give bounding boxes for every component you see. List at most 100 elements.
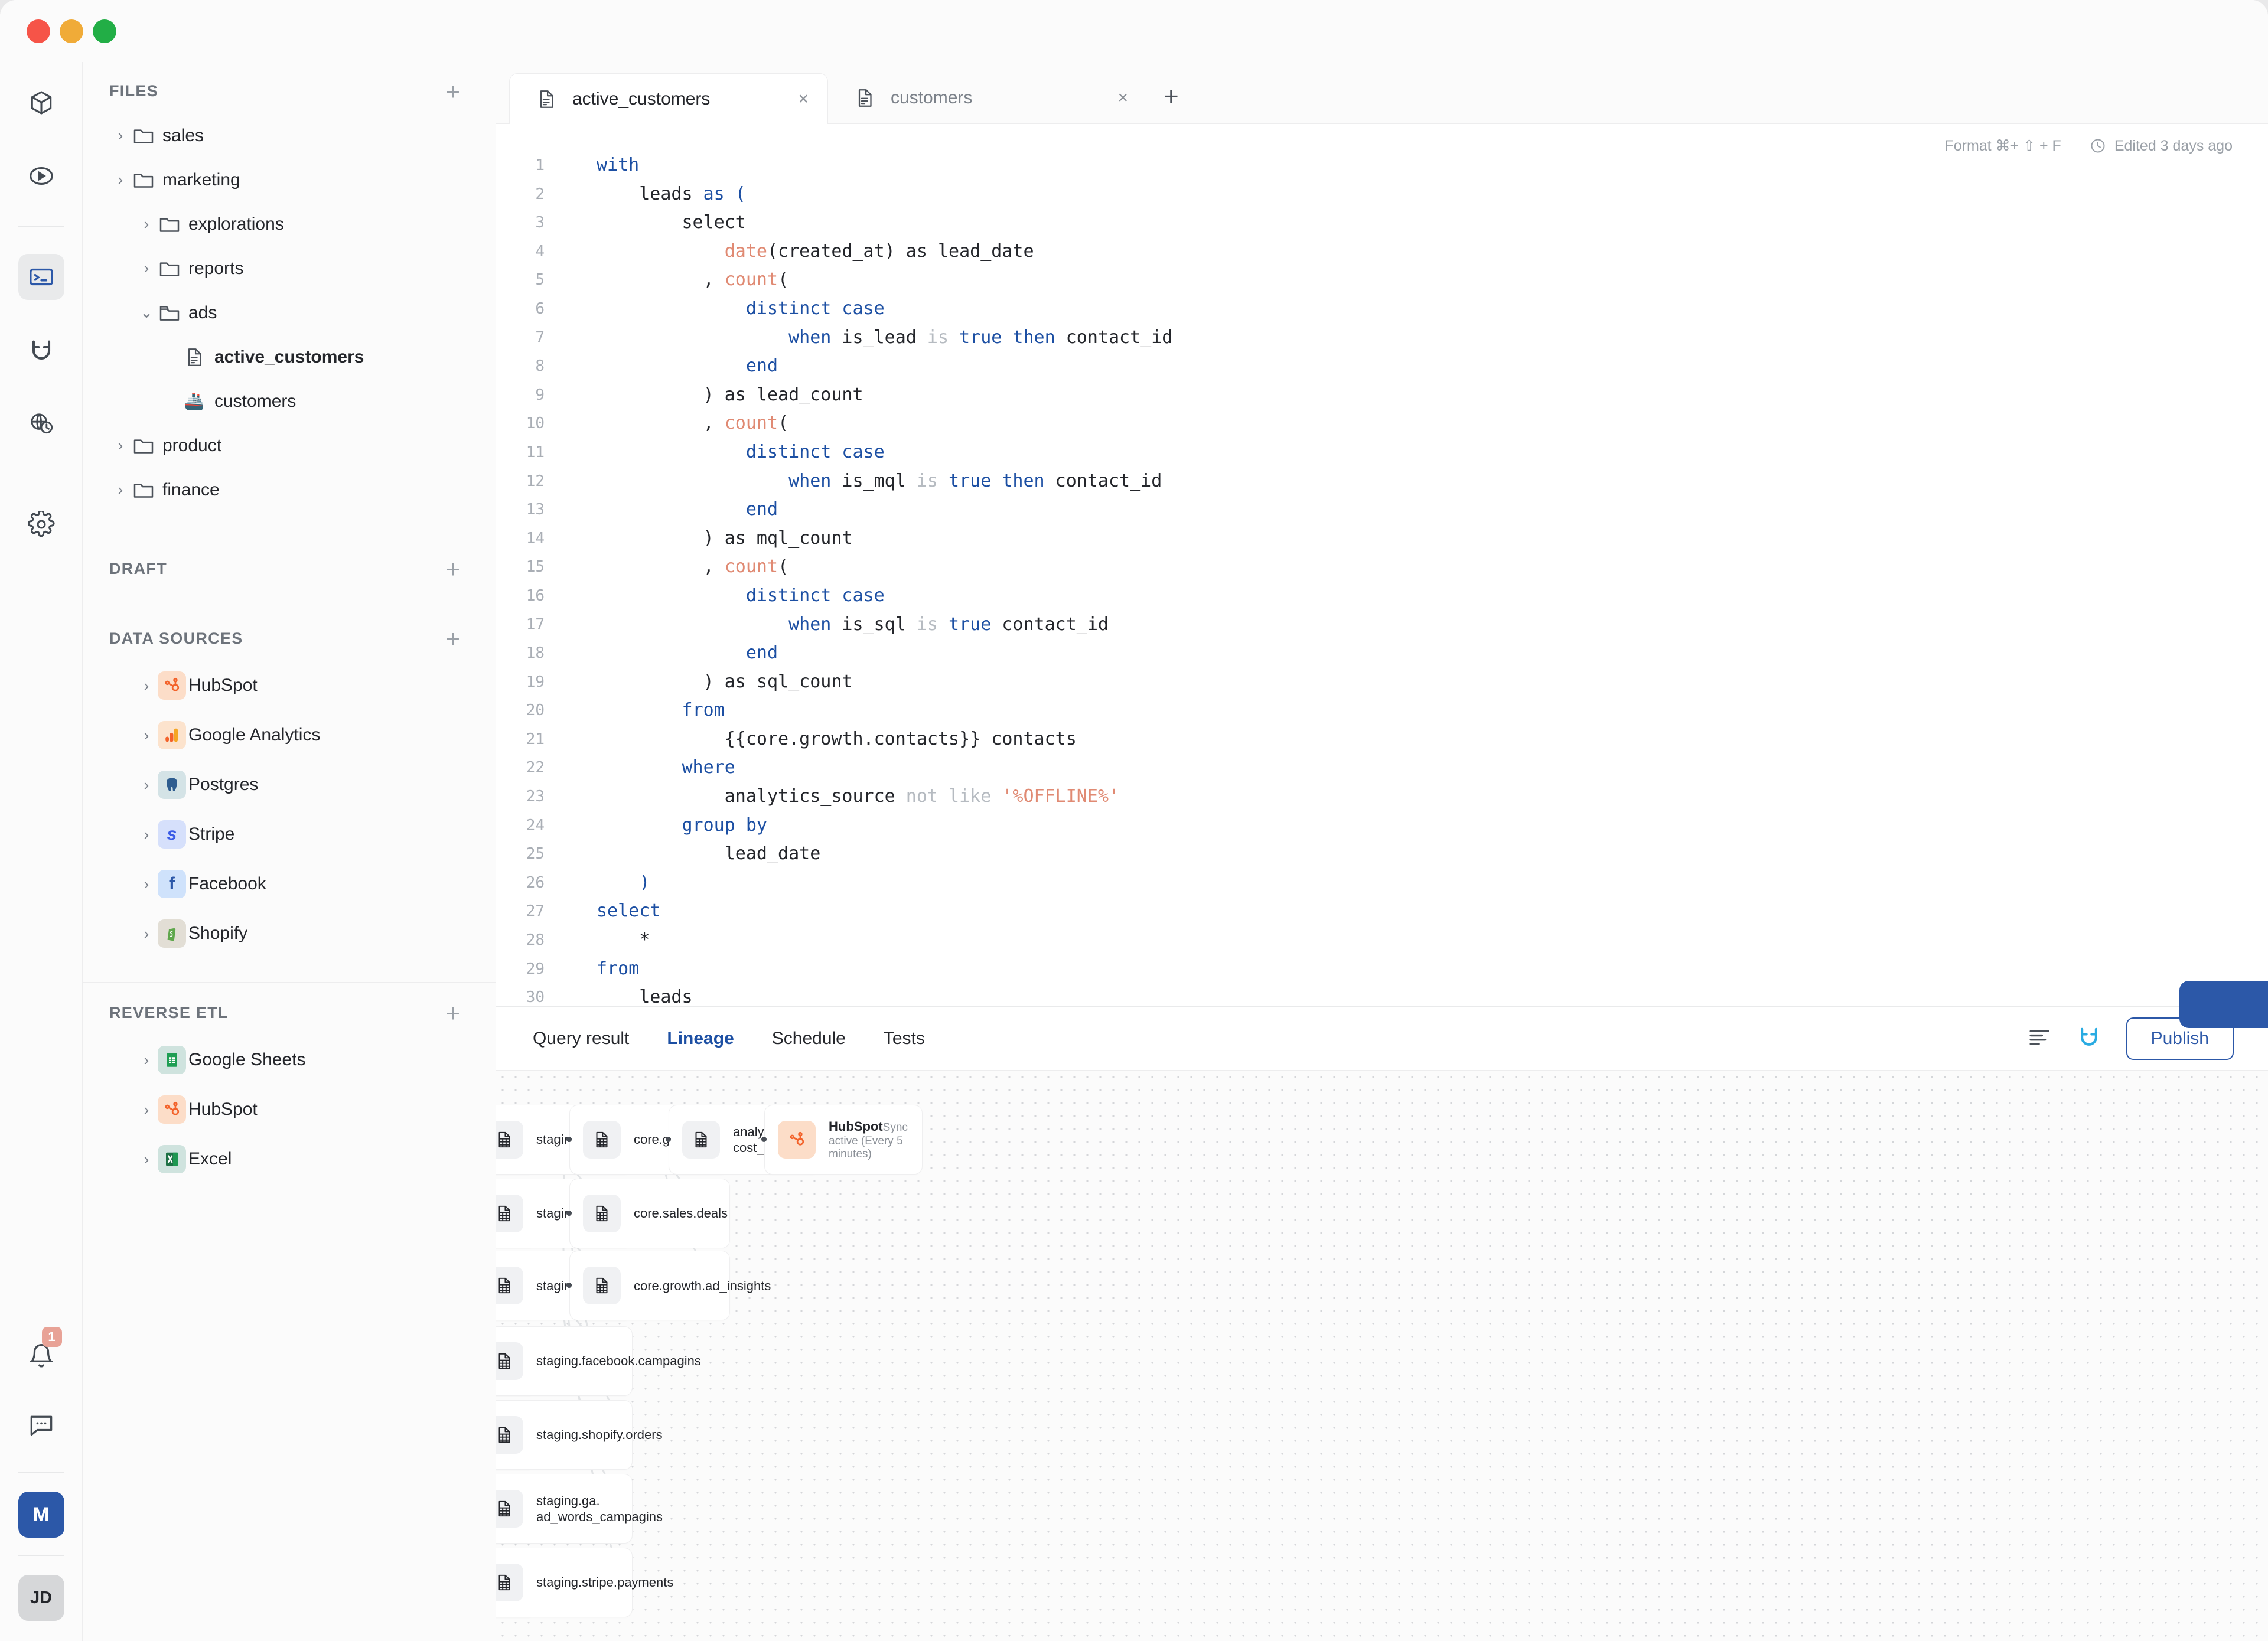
file-tree-item-ads[interactable]: ⌄ ads	[83, 291, 496, 335]
file-tree-item-marketing[interactable]: › marketing	[83, 158, 496, 202]
code-line-text[interactable]: from	[567, 696, 725, 725]
chevron-right-icon[interactable]: ›	[135, 925, 158, 943]
chat-icon[interactable]	[18, 1402, 64, 1448]
bottom-tab-query-result[interactable]: Query result	[533, 1029, 629, 1049]
code-line-text[interactable]: when is_lead is true then contact_id	[567, 324, 1172, 353]
chevron-right-icon[interactable]: ›	[135, 776, 158, 794]
new-tab-button[interactable]: +	[1147, 82, 1195, 112]
file-tree-item-finance[interactable]: › finance	[83, 468, 496, 512]
lineage-node-stg-stripe-payments[interactable]: staging.stripe.payments	[496, 1548, 673, 1617]
close-window-button[interactable]	[27, 19, 50, 43]
code-line-text[interactable]: , count(	[567, 409, 789, 438]
file-tree-item-reports[interactable]: › reports	[83, 246, 496, 291]
code-line-text[interactable]: distinct case	[567, 438, 885, 467]
magnet-icon[interactable]	[2077, 1025, 2101, 1052]
magnet-icon[interactable]	[18, 327, 64, 373]
data-source-item-stripe[interactable]: › s Stripe	[83, 810, 496, 859]
chevron-right-icon[interactable]: ›	[109, 126, 132, 145]
code-line-text[interactable]: select	[567, 208, 745, 237]
reverse-etl-item-hubspot[interactable]: › HubSpot	[83, 1085, 496, 1134]
globe-clock-icon[interactable]	[18, 400, 64, 446]
chevron-down-icon[interactable]: ⌄	[135, 304, 158, 322]
data-source-item-hubspot[interactable]: › HubSpot	[83, 661, 496, 710]
maximize-window-button[interactable]	[93, 19, 116, 43]
file-tree-item-customers[interactable]: 🚢 customers	[83, 379, 496, 423]
editor-tab-customers[interactable]: customers ×	[828, 73, 1147, 123]
data-source-item-facebook[interactable]: › f Facebook	[83, 859, 496, 909]
sql-editor[interactable]: 1 with 2 leads as (3 select 4 date(created_…	[496, 124, 2268, 1006]
chevron-right-icon[interactable]: ›	[135, 875, 158, 893]
editor-tab-active_customers[interactable]: active_customers ×	[509, 73, 828, 124]
code-line-text[interactable]: leads	[567, 983, 692, 1006]
bottom-tab-schedule[interactable]: Schedule	[772, 1029, 846, 1049]
code-line-text[interactable]: date(created_at) as lead_date	[567, 237, 1034, 266]
code-line-text[interactable]: , count(	[567, 266, 789, 295]
bottom-tab-lineage[interactable]: Lineage	[667, 1029, 734, 1049]
lineage-canvas[interactable]: HubSpotSync active (Every 15 minutes)raw…	[496, 1071, 2268, 1641]
format-shortcut-hint[interactable]: Format ⌘+ ⇧ + F	[1944, 137, 2061, 155]
close-tab-icon[interactable]: ×	[798, 89, 809, 109]
lineage-node-stg-ga-adwords[interactable]: staging.ga. ad_words_campagins	[496, 1474, 663, 1544]
lineage-node-stg-fb-campagins[interactable]: staging.facebook.campagins	[496, 1326, 701, 1396]
code-line-text[interactable]: , count(	[567, 553, 789, 582]
code-line-text[interactable]: end	[567, 495, 778, 524]
chevron-right-icon[interactable]: ›	[135, 1150, 158, 1169]
workspace-avatar[interactable]: M	[18, 1492, 64, 1538]
terminal-icon[interactable]	[18, 254, 64, 300]
file-tree-item-product[interactable]: › product	[83, 423, 496, 468]
chevron-right-icon[interactable]: ›	[135, 1101, 158, 1119]
reverse-etl-item-excel[interactable]: › Excel	[83, 1134, 496, 1184]
code-line-text[interactable]: analytics_source not like '%OFFLINE%'	[567, 782, 1119, 811]
code-line-text[interactable]: end	[567, 639, 778, 668]
chevron-right-icon[interactable]: ›	[135, 215, 158, 233]
code-line-text[interactable]: group by	[567, 811, 768, 840]
code-line-text[interactable]: select	[567, 897, 660, 926]
data-source-item-google-analytics[interactable]: › Google Analytics	[83, 710, 496, 760]
data-source-item-postgres[interactable]: › Postgres	[83, 760, 496, 810]
notifications-bell-icon[interactable]: 1	[18, 1327, 64, 1379]
file-tree-item-sales[interactable]: › sales	[83, 113, 496, 158]
code-line-text[interactable]: from	[567, 955, 639, 984]
minimize-window-button[interactable]	[60, 19, 83, 43]
code-line-text[interactable]: end	[567, 352, 778, 381]
add-reverse-etl-button[interactable]: +	[445, 1000, 460, 1025]
chevron-right-icon[interactable]: ›	[135, 677, 158, 695]
code-line-text[interactable]: distinct case	[567, 295, 885, 324]
code-line-text[interactable]: )	[567, 869, 650, 898]
play-circle-icon[interactable]	[18, 153, 64, 199]
code-line-text[interactable]: when is_sql is true contact_id	[567, 611, 1109, 640]
code-line-text[interactable]: when is_mql is true then contact_id	[567, 467, 1162, 496]
lineage-node-dest-hubspot[interactable]: HubSpotSync active (Every 5 minutes)	[764, 1105, 923, 1175]
floating-blue-chip[interactable]	[2179, 981, 2268, 1028]
code-line-text[interactable]: where	[567, 753, 735, 782]
code-line-text[interactable]: with	[567, 151, 639, 180]
code-line-text[interactable]: ) as sql_count	[567, 668, 853, 697]
chevron-right-icon[interactable]: ›	[109, 436, 132, 455]
user-avatar[interactable]: JD	[18, 1575, 64, 1621]
code-line-text[interactable]: {{core.growth.contacts}} contacts	[567, 725, 1077, 754]
code-line-text[interactable]: ) as mql_count	[567, 524, 853, 553]
add-file-button[interactable]: +	[445, 79, 460, 103]
data-source-item-shopify[interactable]: › Shopify	[83, 909, 496, 958]
code-line-text[interactable]: *	[567, 926, 650, 955]
file-tree-item-explorations[interactable]: › explorations	[83, 202, 496, 246]
add-data-source-button[interactable]: +	[445, 626, 460, 651]
align-left-icon[interactable]	[2027, 1025, 2052, 1052]
chevron-right-icon[interactable]: ›	[135, 1051, 158, 1069]
code-line-text[interactable]: leads as (	[567, 180, 746, 209]
lineage-node-core-growth-ad-insights[interactable]: core.growth.ad_insights	[569, 1251, 771, 1321]
code-line-text[interactable]: distinct case	[567, 582, 885, 611]
code-line-text[interactable]: lead_date	[567, 840, 821, 869]
gear-icon[interactable]	[18, 501, 64, 547]
file-tree-item-active-customers[interactable]: active_customers	[83, 335, 496, 379]
chevron-right-icon[interactable]: ›	[135, 259, 158, 278]
code-line-text[interactable]: ) as lead_count	[567, 381, 863, 410]
cube-icon[interactable]	[18, 80, 64, 126]
close-tab-icon[interactable]: ×	[1117, 88, 1128, 108]
chevron-right-icon[interactable]: ›	[135, 726, 158, 745]
chevron-right-icon[interactable]: ›	[109, 171, 132, 189]
chevron-right-icon[interactable]: ›	[135, 826, 158, 844]
lineage-node-stg-shopify-orders[interactable]: staging.shopify.orders	[496, 1400, 663, 1470]
add-draft-button[interactable]: +	[445, 556, 460, 581]
lineage-node-core-sales-deals[interactable]: core.sales.deals	[569, 1179, 730, 1248]
